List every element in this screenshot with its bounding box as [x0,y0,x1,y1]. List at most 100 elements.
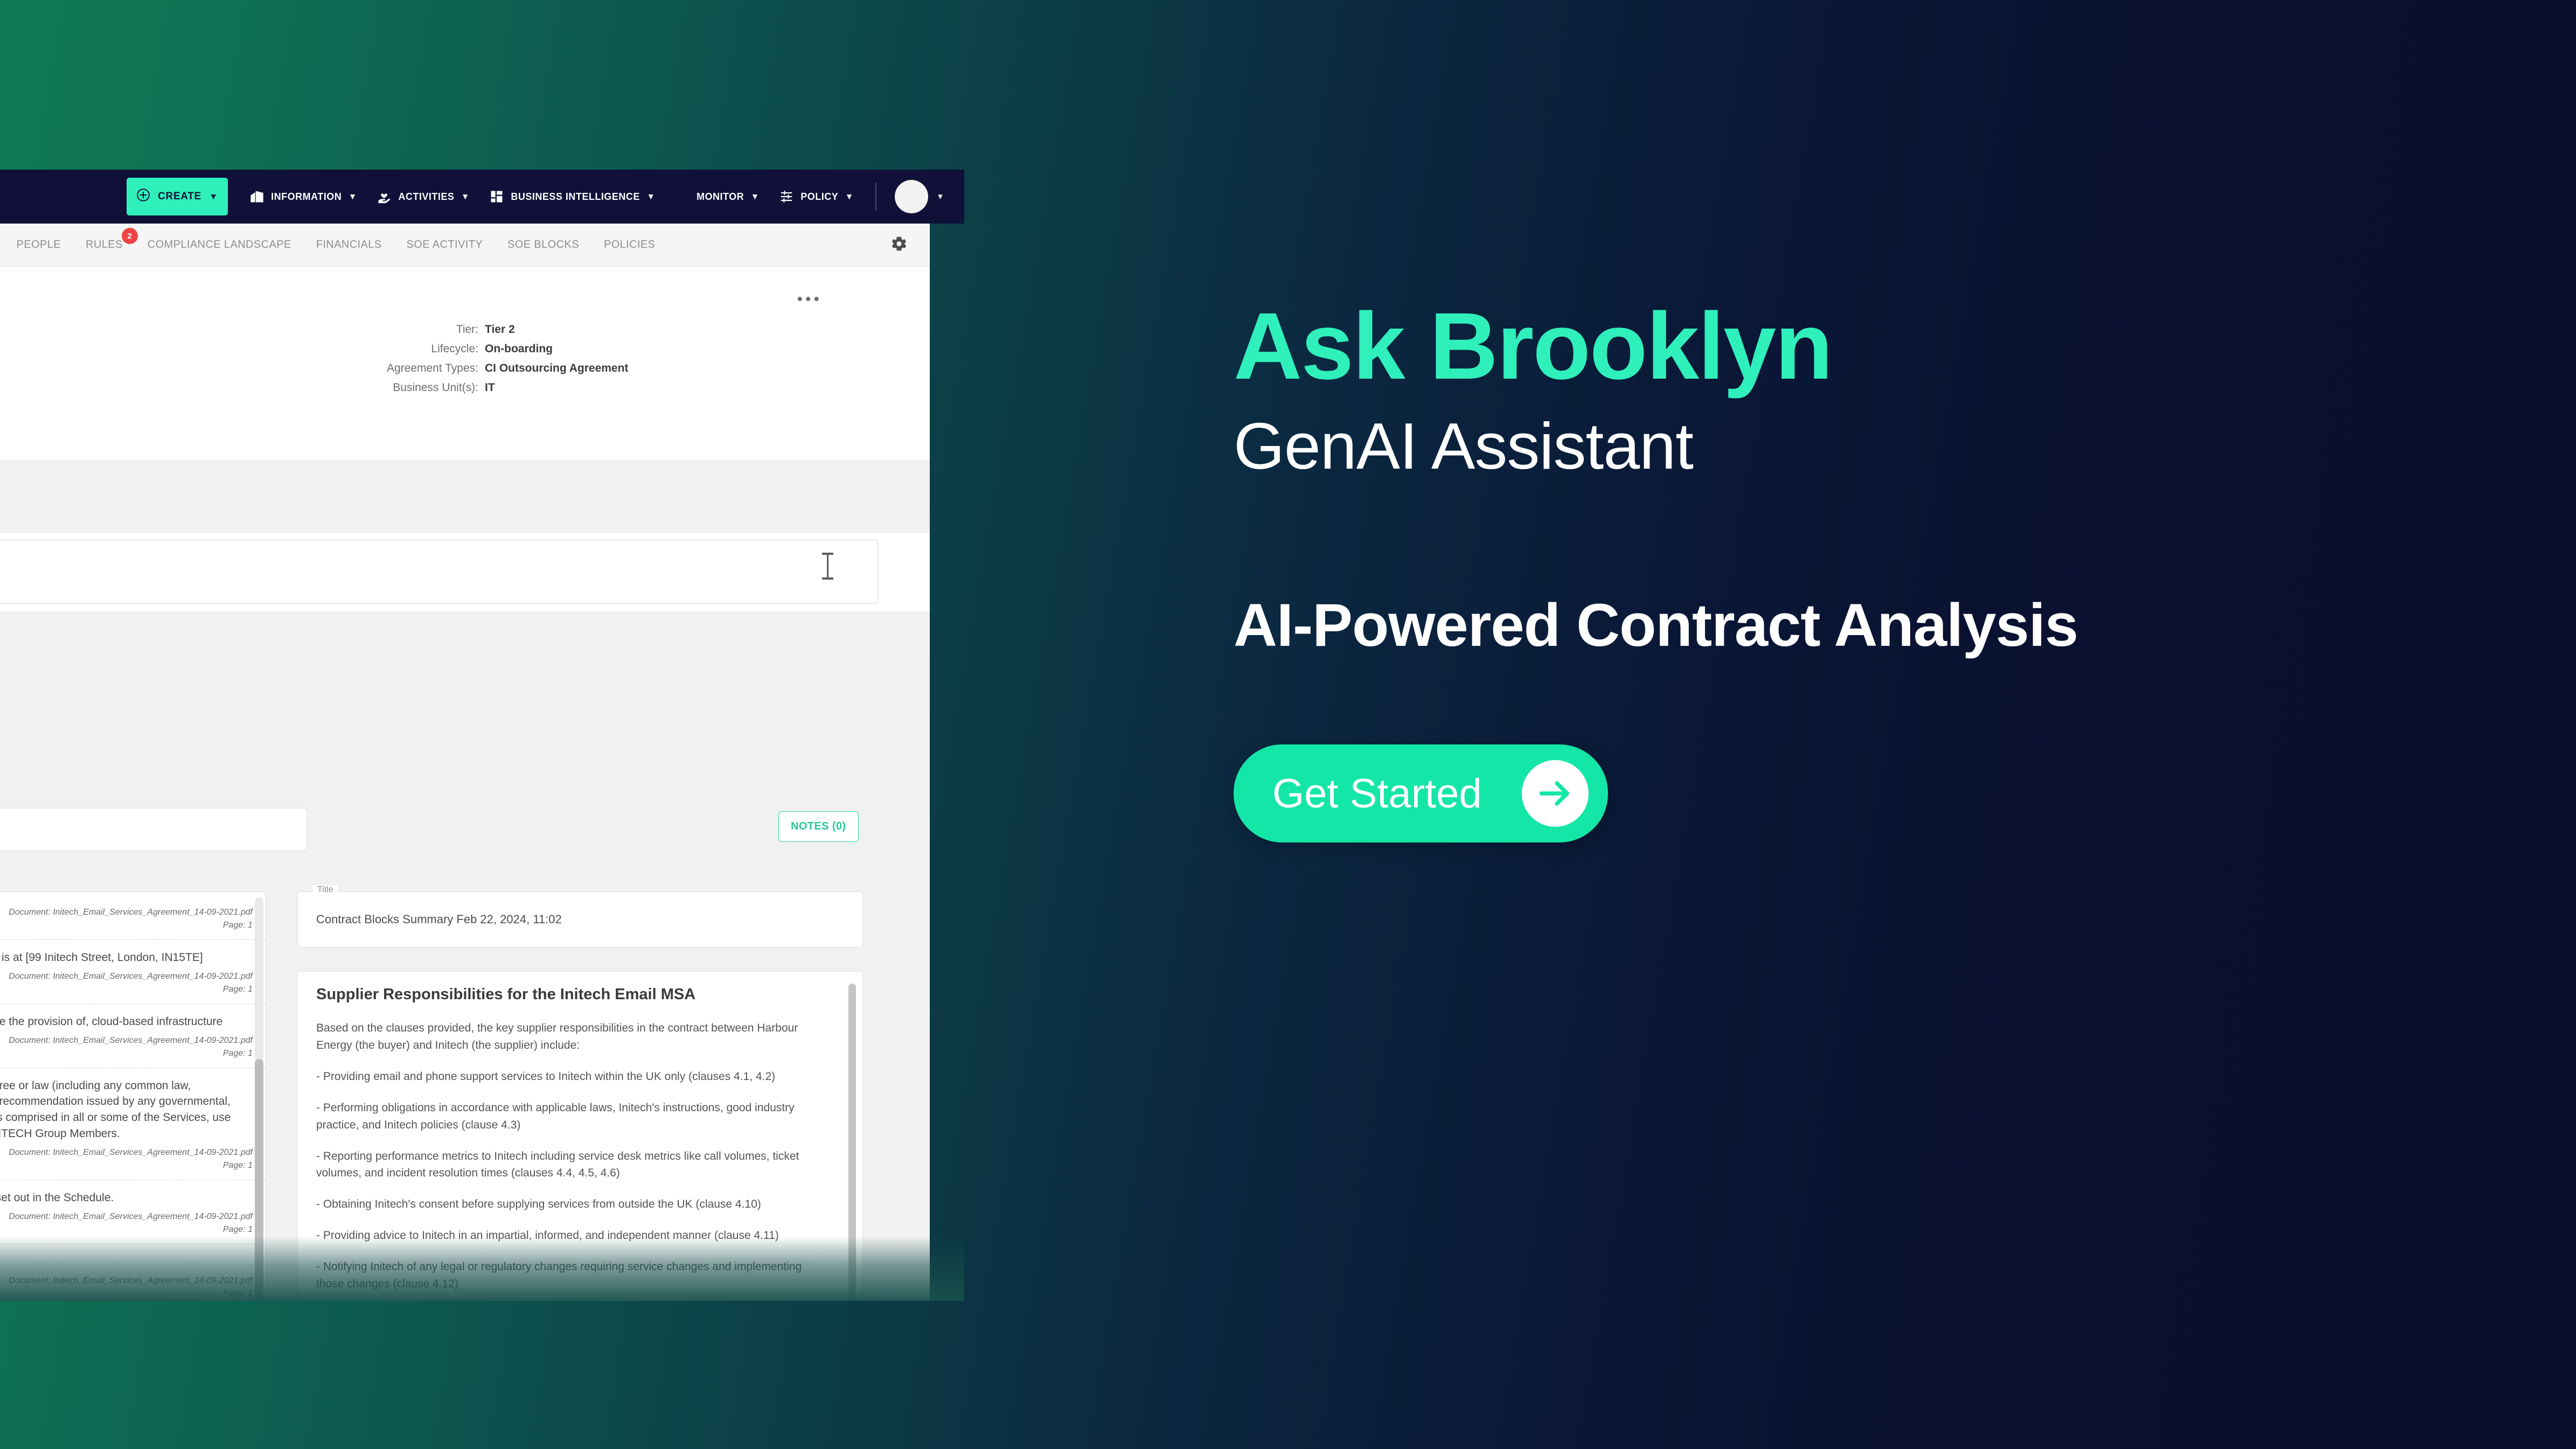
summary-row-business-units: Business Unit(s): IT [0,381,690,394]
summary-field-list: Tier: Tier 2 Lifecycle: On-boarding Agre… [0,323,690,401]
get-started-button[interactable]: Get Started [1234,744,1608,843]
summary-row-agreement-types: Agreement Types: CI Outsourcing Agreemen… [0,362,690,375]
excerpt-text: e, and to manage the provision of, cloud… [0,1015,223,1028]
excerpt-page: Page: 1 [222,1160,253,1170]
summary-label: Agreement Types: [386,362,478,374]
entity-summary-card: ••• Tier: Tier 2 Lifecycle: On-boarding … [0,267,930,461]
excerpt-document: Document: Initech_Email_Services_Agreeme… [9,971,253,981]
summary-row-lifecycle: Lifecycle: On-boarding [0,343,690,356]
nav-item-activities[interactable]: ACTIVITIES ▾ [377,189,468,204]
building-icon [249,189,264,204]
list-item[interactable]: fective Date as set out in the Schedule.… [0,1180,266,1244]
list-item[interactable]: e, and to manage the provision of, cloud… [0,1004,266,1068]
tab-label: RULES [86,239,123,250]
tab-label: POLICIES [603,239,656,250]
title-field[interactable]: Title Contract Blocks Summary Feb 22, 20… [297,885,863,948]
tab-rules[interactable]: RULES 2 [86,228,138,251]
source-excerpts-pane: Document: Initech_Email_Services_Agreeme… [0,891,266,1301]
chevron-down-icon: ▾ [211,191,217,201]
nav-item-business-intelligence[interactable]: BUSINESS INTELLIGENCE ▾ [489,189,653,204]
page-root: CREATE ▾ INFORMATION ▾ ACTIVITIES ▾ BUSI… [0,0,2576,1449]
answer-paragraph: - Performing obligations in accordance w… [316,1101,795,1131]
title-field-legend: Title [313,885,338,895]
excerpt-document: Document: Initech_Email_Services_Agreeme… [9,1211,253,1221]
nav-item-label: BUSINESS INTELLIGENCE [511,191,640,202]
create-button[interactable]: CREATE ▾ [127,178,228,215]
excerpt-page: Page: 1 [222,921,253,930]
secondary-input[interactable] [0,808,307,851]
query-input[interactable] [0,540,878,603]
tab-label: FINANCIALS [316,239,382,250]
summary-value: CI Outsourcing Agreement [485,362,629,374]
tab-soe-blocks[interactable]: SOE BLOCKS [507,239,579,251]
answer-paragraph: - Providing advice to Initech in an impa… [316,1229,779,1242]
tab-policies[interactable]: POLICIES [604,239,655,251]
list-item[interactable]: l/principal] office is at [99 Initech St… [0,940,266,1004]
notes-button[interactable]: NOTES (0) [778,811,859,842]
answer-pane: Title Contract Blocks Summary Feb 22, 20… [297,885,863,1301]
nav-item-label: ACTIVITIES [398,191,455,202]
summary-value: On-boarding [485,343,553,355]
app-body: ITY SUMMARY PEOPLE RULES 2 COMPLIANCE LA… [0,224,930,1301]
answer-heading: Supplier Responsibilities for the Initec… [316,986,696,1003]
summary-label: Business Unit(s): [393,381,478,394]
tab-compliance-landscape[interactable]: COMPLIANCE LANDSCAPE [148,239,291,251]
avatar[interactable] [895,180,929,213]
chevron-down-icon: ▾ [847,191,852,201]
navbar-divider [875,183,877,211]
nav-item-label: MONITOR [696,191,744,202]
answer-paragraph: - Providing email and phone support serv… [316,1070,776,1083]
excerpt-page: Page: 1 [222,1048,253,1058]
chevron-down-icon: ▾ [753,191,758,201]
answer-paragraph: Based on the clauses provided, the key s… [316,1022,798,1051]
scrollbar[interactable] [255,897,263,1301]
nav-item-monitor[interactable]: MONITOR ▾ [675,189,757,204]
answer-card: Supplier Responsibilities for the Initec… [297,971,863,1301]
tab-label: COMPLIANCE LANDSCAPE [147,239,291,250]
excerpt-text: l/principal] office is at [99 Initech St… [2,951,203,964]
text-cursor-icon [822,553,833,580]
scrollbar-thumb[interactable] [255,1059,263,1301]
nav-item-information[interactable]: INFORMATION ▾ [249,189,355,204]
arrow-right-icon [1521,760,1589,827]
sliders-icon [779,189,794,204]
tab-financials[interactable]: FINANCIALS [316,239,382,251]
scrollbar[interactable] [848,984,856,1301]
promo-tagline: AI-Powered Contract Analysis [1234,591,2078,659]
content-panes: Document: Initech_Email_Services_Agreeme… [0,885,930,1301]
list-item[interactable]: Schedule. Document: Initech_Email_Servic… [0,1244,266,1301]
scrollbar-thumb[interactable] [848,984,856,1301]
excerpt-document: Document: Initech_Email_Services_Agreeme… [9,1147,253,1157]
excerpt-text: fective Date as set out in the Schedule. [0,1191,114,1204]
tab-people[interactable]: PEOPLE [17,239,61,251]
tab-label: SOE ACTIVITY [406,239,483,250]
answer-paragraph: - Obtaining Initech's consent before sup… [316,1198,761,1211]
nav-item-policy[interactable]: POLICY ▾ [779,189,852,204]
excerpt-page: Page: 1 [222,1288,253,1298]
promo-panel: Ask Brooklyn GenAI Assistant AI-Powered … [1234,299,2365,843]
nav-item-label: POLICY [800,191,839,202]
list-item[interactable]: Document: Initech_Email_Services_Agreeme… [0,892,266,940]
plus-circle-icon [136,188,150,205]
chevron-down-icon: ▾ [350,191,356,201]
avatar-chevron-down-icon[interactable]: ▾ [938,191,943,202]
excerpt-page: Page: 1 [222,984,253,994]
query-input-shell [0,533,930,611]
create-button-label: CREATE [158,191,201,202]
tab-soe-activity[interactable]: SOE ACTIVITY [407,239,483,251]
list-item[interactable]: ctive, treaty, decree or law (including … [0,1068,266,1180]
gear-icon[interactable] [890,234,908,255]
chevron-down-icon: ▾ [648,191,653,201]
summary-label: Lifecycle: [431,343,478,355]
status-badge: 2 [121,228,138,244]
tab-strip: ITY SUMMARY PEOPLE RULES 2 COMPLIANCE LA… [0,224,930,267]
excerpt-document: Document: Initech_Email_Services_Agreeme… [9,908,253,917]
summary-value: Tier 2 [485,323,515,336]
title-field-value: Contract Blocks Summary Feb 22, 2024, 11… [316,912,562,926]
dashboard-grid-icon [489,189,504,204]
notes-row: NOTES (0) [0,808,930,856]
heart-pulse-icon [675,189,690,204]
overflow-menu-icon[interactable]: ••• [797,291,822,308]
chevron-down-icon: ▾ [463,191,468,201]
tab-label: SOE BLOCKS [507,239,579,250]
